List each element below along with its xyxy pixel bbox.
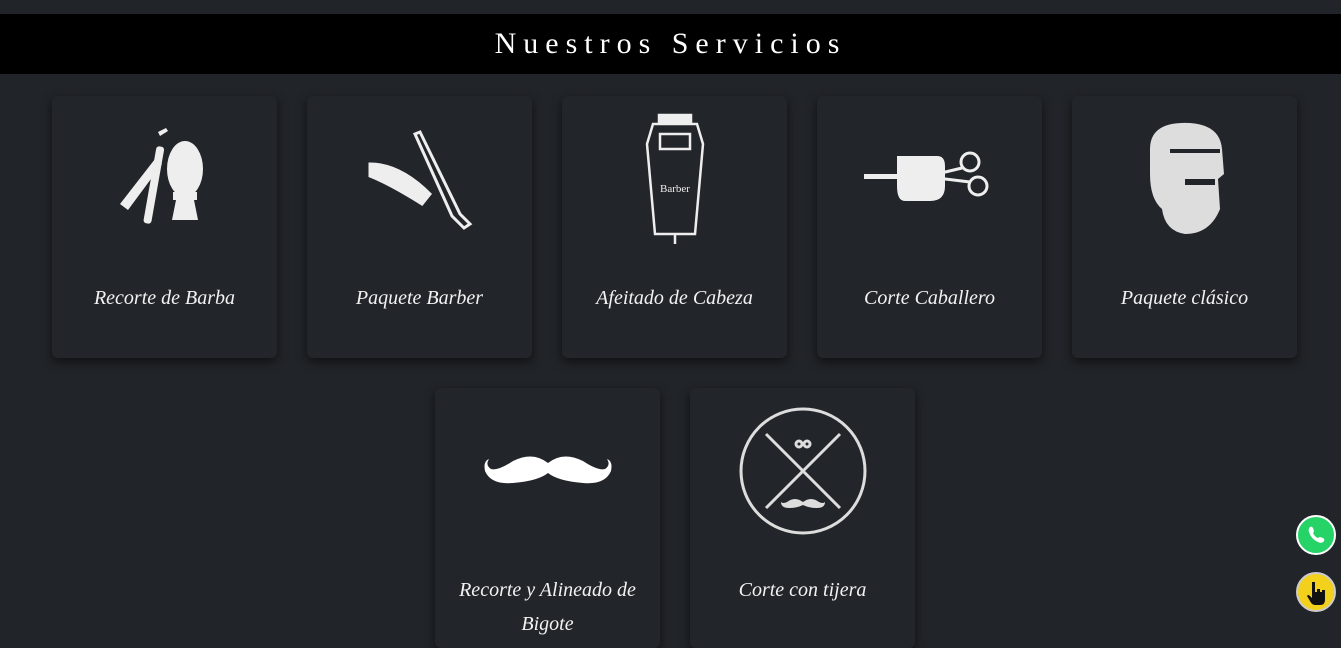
- service-label: Recorte y Alineado de Bigote: [459, 579, 636, 635]
- touch-button[interactable]: [1296, 572, 1336, 612]
- touch-hand-icon: [1307, 582, 1325, 605]
- razor-brush-icon: [90, 104, 240, 254]
- service-card-corte-tijera[interactable]: Corte con tijera: [690, 388, 915, 648]
- service-label: Corte Caballero: [864, 287, 995, 309]
- service-label: Recorte de Barba: [93, 287, 236, 309]
- mustache-icon: [473, 396, 623, 546]
- service-card-recorte-bigote[interactable]: Recorte y Alineado de Bigote: [435, 388, 660, 648]
- service-card-paquete-barber[interactable]: Paquete Barber: [307, 96, 532, 358]
- service-label: Afeitado de Cabeza: [596, 287, 753, 309]
- service-card-afeitado-cabeza[interactable]: Barber Afeitado de Cabeza: [562, 96, 787, 358]
- fist-scissors-icon: [855, 104, 1005, 254]
- section-header: Nuestros Servicios: [0, 14, 1341, 74]
- svg-text:Barber: Barber: [660, 183, 690, 195]
- whatsapp-icon: [1308, 526, 1325, 543]
- service-label: Paquete Barber: [355, 287, 484, 309]
- service-card-paquete-clasico[interactable]: Paquete clásico: [1072, 96, 1297, 358]
- service-label: Corte con tijera: [738, 579, 867, 601]
- straight-razor-icon: [345, 104, 495, 254]
- bearded-man-icon: [1110, 104, 1260, 254]
- whatsapp-button[interactable]: [1296, 515, 1336, 555]
- hair-clipper-icon: Barber: [600, 104, 750, 254]
- service-card-recorte-barba[interactable]: Recorte de Barba: [52, 96, 277, 358]
- service-card-corte-caballero[interactable]: Corte Caballero: [817, 96, 1042, 358]
- service-label: Paquete clásico: [1120, 287, 1249, 309]
- page-title: Nuestros Servicios: [494, 27, 847, 60]
- scissors-circle-icon: [728, 396, 878, 546]
- top-strip: [0, 0, 1341, 14]
